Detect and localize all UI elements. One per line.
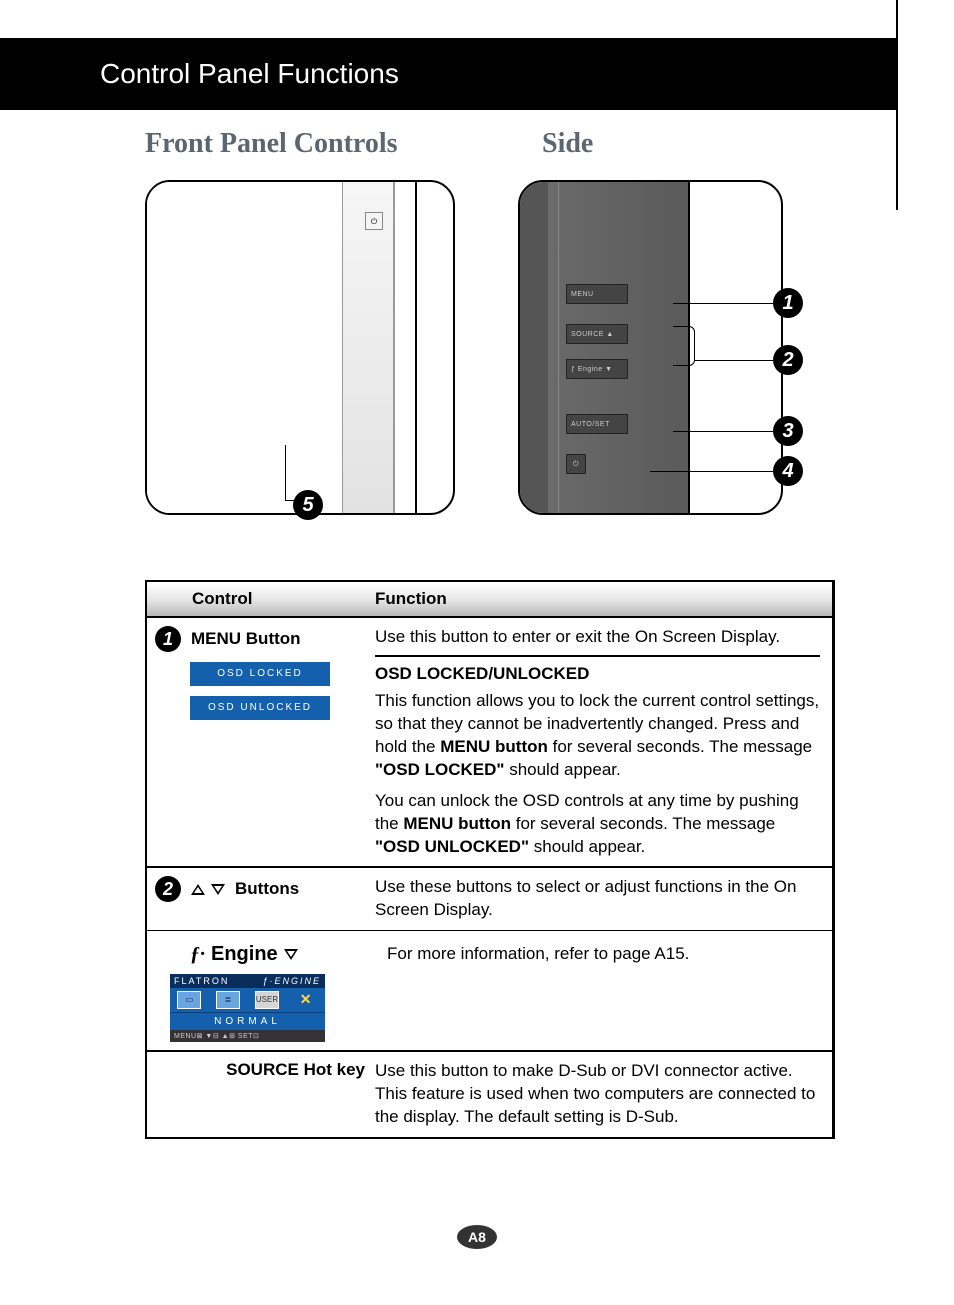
menu-desc: Use this button to enter or exit the On … [375,626,820,649]
text: should appear. [504,760,620,779]
f-glyph-icon: ƒ· [190,943,205,966]
osd-paragraph-1: This function allows you to lock the cur… [375,690,820,782]
source-hotkey-label: SOURCE Hot key [226,1060,365,1079]
fe-icon-monitor: ▭ [177,991,201,1009]
side-btn-autoset: AUTO/SET [566,414,628,434]
osd-title: OSD LOCKED/UNLOCKED [375,663,820,686]
side-btn-fengine: ƒ Engine ▼ [566,359,628,379]
callout-line [285,445,286,500]
callout-5: 5 [293,490,323,520]
page-number-badge: A8 [457,1225,497,1249]
callout-number: 1 [155,626,181,652]
callout-line [650,471,773,472]
monitor-outline: △ ▽ ⏻ [145,180,417,515]
callout-line [673,431,773,432]
callout-4: 4 [650,456,803,486]
page-margin-rule [896,0,898,210]
callout-bracket [673,326,695,366]
front-side-buttons: △ ▽ ⏻ [365,180,383,264]
table-row: SOURCE Hot key Use this button to make D… [147,1052,832,1137]
fe-icon-user: USER [255,991,279,1009]
cell-control: 1 MENU Button OSD LOCKED OSD UNLOCKED [147,618,375,866]
text: for several seconds. The message [511,814,775,833]
engine-text: Engine [211,943,278,966]
header-title: Control Panel Functions [100,58,399,90]
menu-button-label: 1 MENU Button [155,626,367,652]
callout-line [673,303,773,304]
osd-locked-chip: OSD LOCKED [190,662,330,686]
source-desc: Use this button to make D-Sub or DVI con… [375,1060,820,1129]
cell-function: Use these buttons to select or adjust fu… [375,868,832,930]
header-function: Function [375,589,832,609]
cell-control: ƒ· Engine FLATRON ƒ·ENGINE ▭ ≣ USER ✕ NOR… [147,931,375,1050]
fe-icons-row: ▭ ≣ USER ✕ [170,988,325,1012]
fe-icon-list: ≣ [216,991,240,1009]
callout-number: 2 [155,876,181,902]
menu-button-text: MENU Button [191,629,301,649]
fengine-desc: For more information, refer to page A15. [387,943,820,966]
text-bold: "OSD LOCKED" [375,760,504,779]
cell-function: For more information, refer to page A15. [375,931,832,1050]
callout-number: 4 [773,456,803,486]
front-btn-power: ⏻ [365,212,383,230]
triangle-down-icon [211,884,225,895]
monitor-bezel: △ ▽ ⏻ [145,180,395,515]
header-bar: Control Panel Functions [0,38,896,110]
fe-mode-normal: NORMAL [170,1012,325,1030]
osd-paragraph-2: You can unlock the OSD controls at any t… [375,790,820,859]
text-bold: MENU button [403,814,511,833]
cell-control: SOURCE Hot key [147,1052,375,1137]
callout-1: 1 [673,288,803,318]
text: should appear. [529,837,645,856]
callout-2: 2 [695,345,803,375]
section-title-front: Front Panel Controls [145,128,398,160]
figure-front-panel: △ ▽ ⏻ [145,180,455,515]
fe-title-left: FLATRON [174,976,229,986]
callout-line [695,360,773,361]
callout-3: 3 [673,416,803,446]
triangle-up-icon [191,884,205,895]
page-number: A8 [0,1225,954,1249]
cell-function: Use this button to enter or exit the On … [375,618,832,866]
section-title-side: Side [542,128,593,160]
side-btn-menu: MENU [566,284,628,304]
arrow-icons [191,884,225,895]
triangle-down-icon [284,949,298,960]
table-row: 1 MENU Button OSD LOCKED OSD UNLOCKED Us… [147,618,832,868]
arrow-buttons-label: 2 Buttons [155,876,367,902]
table-row: ƒ· Engine FLATRON ƒ·ENGINE ▭ ≣ USER ✕ NOR… [147,931,832,1052]
table-row: 2 Buttons Use these buttons to select or… [147,868,832,931]
text-bold: MENU button [440,737,548,756]
fe-icon-close: ✕ [294,991,318,1009]
cell-function: Use this button to make D-Sub or DVI con… [375,1052,832,1137]
fe-title-right: ƒ·ENGINE [262,976,321,986]
fe-title-bar: FLATRON ƒ·ENGINE [170,974,325,988]
callout-number: 3 [773,416,803,446]
side-btn-power: ⏻ [566,454,586,474]
callout-number: 5 [293,490,323,520]
buttons-text: Buttons [235,879,299,899]
monitor-screen [145,180,343,515]
callout-number: 1 [773,288,803,318]
text-bold: "OSD UNLOCKED" [375,837,529,856]
table-header: Control Function [147,582,832,618]
fengine-osd-preview: FLATRON ƒ·ENGINE ▭ ≣ USER ✕ NORMAL MENU⊠… [170,974,325,1042]
buttons-desc: Use these buttons to select or adjust fu… [375,876,820,922]
cell-control: 2 Buttons [147,868,375,930]
controls-table: Control Function 1 MENU Button OSD LOCKE… [145,580,835,1139]
side-btn-source: SOURCE ▲ [566,324,628,344]
header-control: Control [147,589,375,609]
fengine-label: ƒ· Engine [190,943,298,966]
osd-unlocked-chip: OSD UNLOCKED [190,696,330,720]
text: for several seconds. The message [548,737,812,756]
fe-bottom-bar: MENU⊠ ▼⊟ ▲⊞ SET⊡ [170,1030,325,1042]
callout-number: 2 [773,345,803,375]
